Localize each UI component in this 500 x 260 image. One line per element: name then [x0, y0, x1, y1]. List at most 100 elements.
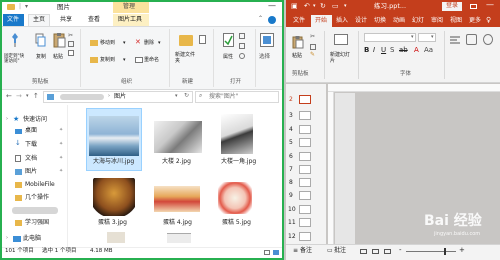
ppt-tab-review[interactable]: 审阅 — [431, 18, 443, 24]
tab-view[interactable]: 查看 — [88, 17, 100, 23]
forward-button[interactable]: → — [16, 93, 22, 100]
move-to-button[interactable]: 移动到 — [100, 41, 115, 46]
zoom-slider-thumb[interactable] — [444, 248, 446, 255]
zoom-in-button[interactable]: + — [459, 247, 465, 254]
format-painter-icon[interactable]: ✎ — [310, 52, 315, 58]
back-button[interactable]: ← — [6, 93, 12, 100]
copy-to-dropdown-icon[interactable]: ▾ — [123, 58, 126, 63]
pin-to-quick-access-button[interactable]: 固定到"快速访问" — [4, 54, 28, 65]
history-icon[interactable] — [239, 53, 245, 59]
ppt-tab-more[interactable]: 更多 — [469, 18, 481, 24]
ppt-tab-view[interactable]: 视图 — [450, 18, 462, 24]
paste-icon[interactable] — [292, 35, 304, 49]
minimize-button[interactable]: — — [486, 1, 494, 9]
slide-edge[interactable] — [335, 93, 355, 244]
copy-to-button[interactable]: 复制到 — [100, 58, 115, 63]
large-icons-view-icon[interactable] — [273, 250, 279, 255]
save-icon[interactable]: ▣ — [291, 3, 298, 10]
zoom-slider-track[interactable] — [406, 251, 456, 252]
properties-button[interactable]: 属性 — [223, 55, 233, 60]
underline-button[interactable]: U — [381, 47, 386, 54]
drawing-icon[interactable] — [466, 34, 477, 45]
paste-icon[interactable] — [53, 32, 66, 48]
nav-desktop[interactable]: 桌面 — [25, 128, 37, 134]
slide-thumbnail-selected[interactable] — [299, 95, 311, 104]
copy-button[interactable]: 复制 — [36, 55, 46, 60]
edit-icon[interactable] — [239, 43, 245, 49]
italic-button[interactable]: I — [373, 47, 375, 54]
paste-button[interactable]: 粘贴 — [53, 55, 63, 60]
slide-thumbnail[interactable] — [299, 205, 311, 214]
tab-share[interactable]: 共享 — [60, 17, 72, 23]
paste-shortcut-icon[interactable] — [68, 50, 74, 56]
bold-button[interactable]: B — [364, 47, 369, 54]
slide-thumbnail[interactable] — [299, 191, 311, 200]
recent-locations-dropdown-icon[interactable]: ▾ — [26, 94, 29, 99]
font-name-select[interactable] — [364, 33, 416, 42]
nav-downloads[interactable]: 下载 — [25, 142, 37, 148]
refresh-button[interactable]: ↻ — [184, 93, 189, 99]
nav-folder[interactable]: 几个操作 — [25, 195, 49, 201]
strikethrough-button[interactable]: ab — [399, 47, 408, 54]
ppt-tab-home[interactable]: 开始 — [315, 18, 327, 24]
slide-thumbnail[interactable] — [299, 125, 311, 134]
details-view-icon[interactable] — [264, 250, 270, 255]
nav-xuexi-qiangguo[interactable]: 学习强国 — [25, 220, 49, 226]
nav-pictures[interactable]: 图片 — [25, 169, 37, 175]
file-name[interactable]: 蛋糕 5.jpg — [222, 220, 251, 226]
slide-thumbnail[interactable] — [299, 218, 311, 227]
ribbon-display-options-icon[interactable] — [470, 4, 477, 9]
redo-icon[interactable]: ↻ — [320, 3, 326, 10]
ppt-tab-animations[interactable]: 动画 — [393, 18, 405, 24]
slide-thumbnail[interactable] — [299, 111, 311, 120]
copy-icon[interactable] — [310, 44, 316, 50]
properties-icon[interactable] — [223, 33, 234, 47]
ppt-paste-button[interactable]: 粘贴 — [292, 54, 302, 59]
new-slide-button[interactable]: 新建幻灯片 — [330, 52, 354, 64]
address-dropdown-icon[interactable]: ▾ — [175, 94, 178, 99]
slide-thumbnail[interactable] — [299, 152, 311, 161]
ribbon-collapse-icon[interactable]: ⌃ — [258, 16, 263, 22]
tab-picture-tools[interactable]: 图片工具 — [118, 17, 142, 23]
slideshow-icon[interactable]: ▭ — [332, 3, 339, 10]
help-icon[interactable] — [268, 16, 276, 24]
reading-view-icon[interactable] — [384, 249, 391, 254]
normal-view-icon[interactable] — [360, 249, 367, 254]
cut-icon[interactable]: ✂ — [310, 34, 315, 40]
slide-thumbnail[interactable] — [299, 165, 311, 174]
pin-icon[interactable] — [10, 32, 20, 48]
file-name[interactable]: 大楼 2.jpg — [162, 159, 191, 165]
tab-home[interactable]: 主页 — [33, 17, 45, 23]
notes-button[interactable]: 备注 — [300, 248, 312, 254]
copy-to-icon[interactable] — [90, 57, 98, 63]
copy-path-icon[interactable] — [68, 41, 74, 47]
minimize-button[interactable]: — — [268, 2, 276, 10]
ppt-tab-file[interactable]: 文件 — [293, 18, 305, 24]
editing-icon[interactable] — [483, 34, 493, 45]
tab-file[interactable]: 文件 — [7, 17, 19, 23]
new-folder-button[interactable]: 新建文件夹 — [175, 52, 197, 64]
expand-chevron-icon[interactable]: › — [6, 236, 8, 241]
select-all-icon[interactable] — [260, 33, 274, 47]
delete-dropdown-icon[interactable]: ▾ — [158, 41, 161, 46]
qat-dropdown-icon[interactable]: ▾ — [344, 4, 347, 9]
up-button[interactable]: ↑ — [33, 93, 39, 100]
slide-sorter-icon[interactable] — [372, 249, 379, 254]
slide-thumbnail[interactable] — [299, 232, 311, 241]
login-button[interactable]: 登录 — [446, 3, 458, 9]
nav-documents[interactable]: 文档 — [25, 156, 37, 162]
qat-dropdown-icon[interactable]: ▾ — [25, 4, 28, 10]
new-item-icon[interactable] — [199, 35, 206, 44]
open-icon[interactable] — [239, 33, 245, 39]
font-color-icon[interactable]: A — [414, 47, 419, 54]
font-size-dropdown-icon[interactable]: ▾ — [431, 35, 434, 40]
ppt-tab-slideshow[interactable]: 幻灯 — [412, 18, 424, 24]
undo-icon[interactable]: ↶ — [304, 3, 310, 10]
font-name-dropdown-icon[interactable]: ▾ — [411, 35, 414, 40]
zoom-out-button[interactable]: - — [399, 247, 402, 254]
nav-mobilefile[interactable]: MobileFile — [25, 182, 55, 188]
rename-icon[interactable] — [135, 57, 143, 63]
undo-dropdown-icon[interactable]: ▾ — [313, 4, 316, 9]
delete-button[interactable]: 删除 — [144, 41, 154, 46]
shadow-button[interactable]: S — [390, 47, 394, 54]
